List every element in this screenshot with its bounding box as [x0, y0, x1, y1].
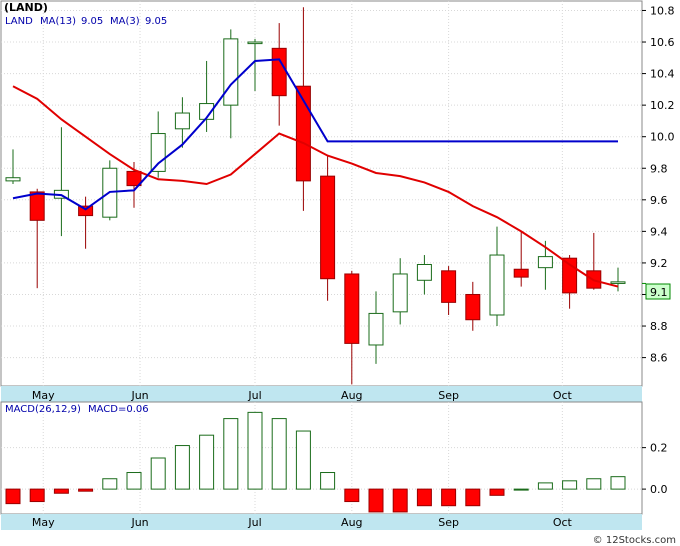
- price-tick-label: 10.6: [650, 36, 675, 49]
- candle-body: [441, 270, 457, 303]
- macd-bar: [465, 488, 481, 507]
- current-price-label: 9.1: [650, 286, 668, 299]
- candle-body: [416, 264, 432, 281]
- macd-bar: [344, 488, 360, 503]
- legend-ma13-label: MA(13): [40, 16, 76, 27]
- candle-body: [610, 281, 626, 284]
- candle-body: [150, 133, 166, 172]
- candle-body: [344, 273, 360, 344]
- macd-bar: [53, 488, 69, 494]
- price-x-tick-label: Sep: [438, 389, 459, 402]
- macd-bar: [441, 488, 457, 507]
- candle-body: [513, 268, 529, 278]
- macd-bar: [586, 478, 602, 490]
- candle-body: [392, 273, 408, 313]
- macd-axis: 0.0 0.2: [642, 442, 668, 496]
- macd-panel: [0, 401, 643, 515]
- candle-body: [247, 41, 263, 45]
- candle-body: [29, 191, 45, 221]
- price-tick-label: 8.8: [650, 320, 668, 333]
- candle-body: [320, 175, 336, 280]
- macd-bar: [392, 488, 408, 513]
- price-x-axis-band: [1, 386, 642, 403]
- price-x-tick-label: Oct: [553, 389, 573, 402]
- price-tick-label: 10.4: [650, 68, 675, 81]
- macd-bar: [610, 476, 626, 490]
- price-tick-label: 9.4: [650, 225, 668, 238]
- macd-bar: [562, 480, 578, 490]
- macd-x-tick-label: Jun: [130, 516, 148, 529]
- legend-ma3-value: 9.05: [145, 16, 167, 27]
- candle-body: [223, 38, 239, 106]
- macd-bar: [368, 488, 384, 513]
- price-tick-label: 8.6: [650, 352, 668, 365]
- macd-bar: [247, 411, 263, 490]
- macd-bar: [174, 445, 190, 490]
- candle-body: [271, 47, 287, 97]
- macd-bar: [150, 457, 166, 490]
- macd-bar: [320, 472, 336, 490]
- legend-symbol: LAND: [5, 16, 33, 27]
- macd-legend-label: MACD(26,12,9): [5, 404, 81, 415]
- macd-x-tick-label: May: [32, 516, 55, 529]
- macd-bar: [199, 434, 215, 490]
- macd-legend-value: MACD=0.06: [88, 404, 149, 415]
- price-tick-label: 10.2: [650, 99, 675, 112]
- price-x-tick-label: May: [32, 389, 55, 402]
- stock-chart: 8.6 8.8 9.2 9.4 9.6 9.8 10.0 10.2 10.4 10.6 10.8 M…: [0, 0, 676, 546]
- candle-body: [465, 293, 481, 321]
- price-x-tick-label: Aug: [341, 389, 362, 402]
- macd-bar: [416, 488, 432, 507]
- legend-ma13-value: 9.05: [81, 16, 103, 27]
- candle-body: [5, 177, 21, 182]
- price-tick-label: 10.8: [650, 4, 675, 17]
- macd-tick-label: 0.2: [650, 442, 668, 455]
- macd-bar: [29, 488, 45, 503]
- macd-x-axis-band: [1, 514, 642, 530]
- macd-bar: [102, 478, 118, 490]
- macd-tick-label: 0.0: [650, 483, 668, 496]
- macd-bar: [489, 488, 505, 496]
- legend-ma3-label: MA(3): [110, 16, 140, 27]
- macd-bar: [295, 430, 311, 490]
- price-tick-label: 9.8: [650, 162, 668, 175]
- macd-x-tick-label: Aug: [341, 516, 362, 529]
- macd-bar: [5, 488, 21, 505]
- candle-body: [537, 256, 553, 269]
- price-x-tick-label: Jun: [130, 389, 148, 402]
- price-tick-label: 9.2: [650, 257, 668, 270]
- candle-body: [368, 312, 384, 346]
- price-tick-label: 9.6: [650, 194, 668, 207]
- footer-credit: © 12Stocks.com: [593, 535, 676, 546]
- macd-bar: [126, 472, 142, 490]
- macd-x-tick-label: Oct: [553, 516, 573, 529]
- macd-x-tick-label: Sep: [438, 516, 459, 529]
- macd-bar: [537, 482, 553, 490]
- candle-body: [489, 254, 505, 316]
- price-axis: 8.6 8.8 9.2 9.4 9.6 9.8 10.0 10.2 10.4 10.6 10.8: [642, 4, 675, 365]
- macd-bar: [271, 418, 287, 490]
- price-tick-label: 10.0: [650, 131, 675, 144]
- price-x-tick-label: Jul: [247, 389, 261, 402]
- macd-bar: [78, 488, 94, 492]
- candle-body: [174, 112, 190, 130]
- chart-title: (LAND): [4, 1, 48, 14]
- macd-x-tick-label: Jul: [247, 516, 261, 529]
- macd-bar: [513, 488, 529, 491]
- macd-bar: [223, 418, 239, 490]
